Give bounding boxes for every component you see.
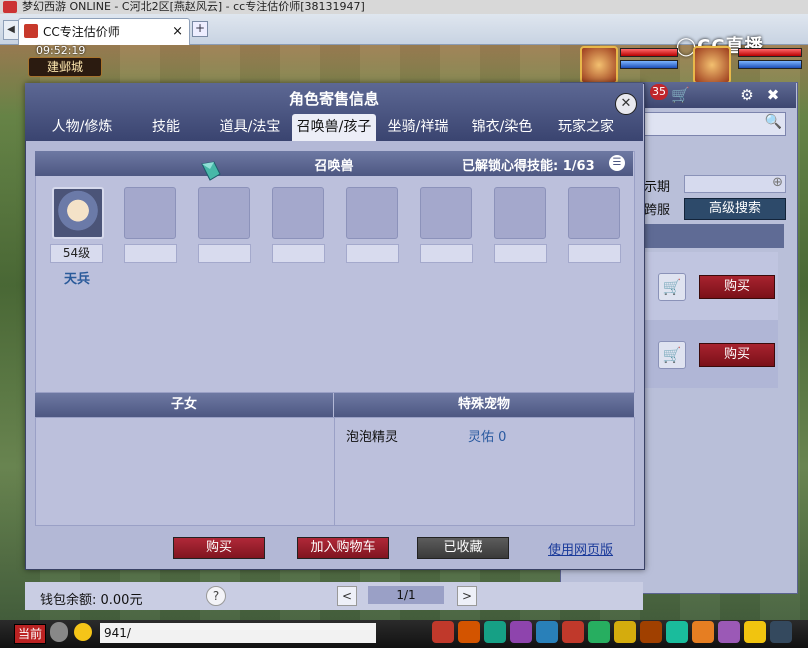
date-filter-label: 示期 [644, 180, 671, 195]
add-to-cart-button[interactable]: 加入购物车 [297, 537, 389, 559]
tray-item-icon[interactable] [666, 621, 688, 643]
buy-button[interactable]: 购买 [173, 537, 265, 559]
pet-level-empty [272, 244, 325, 263]
pet-slot-empty [198, 187, 250, 239]
tab-summons[interactable]: 召唤兽/孩子 [292, 114, 376, 141]
pet-portrait[interactable] [693, 46, 731, 84]
page-indicator: 1/1 [368, 586, 444, 604]
wallet-balance: 钱包余额: 0.00元 [40, 593, 143, 608]
pet-level-empty [346, 244, 399, 263]
tray-item-icon[interactable] [640, 621, 662, 643]
window-title-bar: 梦幻西游 ONLINE - C河北2区[燕赵风云] - cc专注估价师[3813… [0, 0, 808, 14]
pet-level-empty [420, 244, 473, 263]
pet-hp-bar [738, 48, 802, 57]
dialog-close-icon[interactable]: ✕ [615, 93, 637, 115]
browser-tab-label: CC专注估价师 [43, 25, 120, 39]
children-panel [35, 417, 335, 526]
tray-item-icon[interactable] [510, 621, 532, 643]
skill-unlock-info: 已解锁心得技能: 1/63 [462, 155, 595, 174]
chat-channel-button[interactable]: 当前 [14, 624, 46, 644]
tray-item-icon[interactable] [484, 621, 506, 643]
favorited-button[interactable]: 已收藏 [417, 537, 509, 559]
tray-item-icon[interactable] [614, 621, 636, 643]
pet-mp-bar [738, 60, 802, 69]
cc-tab-icon [24, 24, 38, 38]
tab-skills[interactable]: 技能 [134, 114, 198, 141]
player-hp-bar [620, 48, 678, 57]
pet-slot-empty [124, 187, 176, 239]
special-pet-name: 泡泡精灵 [346, 430, 399, 445]
dialog-title: 角色寄售信息 [288, 90, 379, 108]
search-icon[interactable]: 🔍 [765, 114, 782, 130]
tab-outfits[interactable]: 锦衣/染色 [464, 114, 540, 141]
chat-input[interactable]: 941/ [100, 623, 376, 643]
window-title: 梦幻西游 ONLINE - C河北2区[燕赵风云] - cc专注估价师[3813… [22, 0, 365, 13]
pet-level-empty [124, 244, 177, 263]
special-pet-header: 特殊宠物 [334, 393, 634, 417]
settings-gear-icon[interactable]: ⚙ [738, 86, 756, 104]
skill-unlock-value: 1/63 [562, 159, 595, 174]
cart-icon[interactable]: 🛒 [671, 86, 690, 104]
tray-item-icon[interactable] [562, 621, 584, 643]
player-mp-bar [620, 60, 678, 69]
pet-avatar[interactable] [52, 187, 104, 239]
market-buy-button[interactable]: 购买 [699, 343, 775, 367]
gem-cursor-icon [201, 161, 221, 181]
add-icon[interactable]: ⊕ [772, 175, 783, 190]
browser-tab[interactable]: CC专注估价师 × [18, 18, 190, 45]
add-to-cart-icon[interactable]: 🛒 [658, 273, 686, 301]
next-page-button[interactable]: > [457, 586, 477, 606]
game-clock: 09:52:19 [36, 44, 86, 57]
add-to-cart-icon[interactable]: 🛒 [658, 341, 686, 369]
tab-items[interactable]: 道具/法宝 [212, 114, 288, 141]
emoji-icon[interactable] [74, 623, 92, 641]
advanced-search-button[interactable]: 高级搜索 [684, 198, 786, 220]
pet-slot-empty [568, 187, 620, 239]
help-icon[interactable]: ? [206, 586, 226, 606]
special-pet-bless: 灵佑 0 [468, 430, 507, 445]
location-name[interactable]: 建邺城 [28, 57, 102, 77]
market-close-icon[interactable]: ✖ [764, 86, 782, 104]
date-filter-input[interactable]: ⊕ [684, 175, 786, 193]
tab-mounts[interactable]: 坐骑/祥瑞 [380, 114, 456, 141]
pet-level-empty [568, 244, 621, 263]
prev-page-button[interactable]: < [337, 586, 357, 606]
pet-slot-empty [420, 187, 472, 239]
tab-character[interactable]: 人物/修炼 [42, 114, 122, 141]
tray-item-icon[interactable] [770, 621, 792, 643]
market-list-header [644, 224, 784, 248]
cart-count-badge: 35 [650, 84, 668, 100]
pet-slot-empty [272, 187, 324, 239]
tray-item-icon[interactable] [432, 621, 454, 643]
pet-slot-empty [494, 187, 546, 239]
pet-slot-empty [346, 187, 398, 239]
pet-level-empty [494, 244, 547, 263]
tab-close-icon[interactable]: × [172, 19, 183, 45]
app-logo-icon [3, 1, 17, 13]
children-header: 子女 [35, 393, 333, 417]
market-buy-button[interactable]: 购买 [699, 275, 775, 299]
cross-server-label: 跨服 [644, 203, 671, 218]
microphone-icon[interactable] [50, 622, 68, 642]
tray-item-icon[interactable] [458, 621, 480, 643]
pet-level: 54级 [50, 244, 103, 263]
tab-scroll-left-icon[interactable]: ◀ [3, 20, 19, 40]
skill-unlock-label: 已解锁心得技能: [462, 159, 559, 174]
pet-level-empty [198, 244, 251, 263]
tray-item-icon[interactable] [718, 621, 740, 643]
tab-player-home[interactable]: 玩家之家 [548, 114, 624, 141]
tray-item-icon[interactable] [744, 621, 766, 643]
tray-item-icon[interactable] [588, 621, 610, 643]
list-menu-icon[interactable]: ☰ [609, 155, 625, 171]
new-tab-button[interactable]: + [192, 21, 208, 37]
market-search-input[interactable]: 🔍 [644, 112, 786, 136]
player-portrait[interactable] [580, 46, 618, 84]
tray-item-icon[interactable] [692, 621, 714, 643]
web-version-link[interactable]: 使用网页版 [548, 539, 613, 558]
pet-name[interactable]: 天兵 [50, 268, 104, 287]
tray-item-icon[interactable] [536, 621, 558, 643]
